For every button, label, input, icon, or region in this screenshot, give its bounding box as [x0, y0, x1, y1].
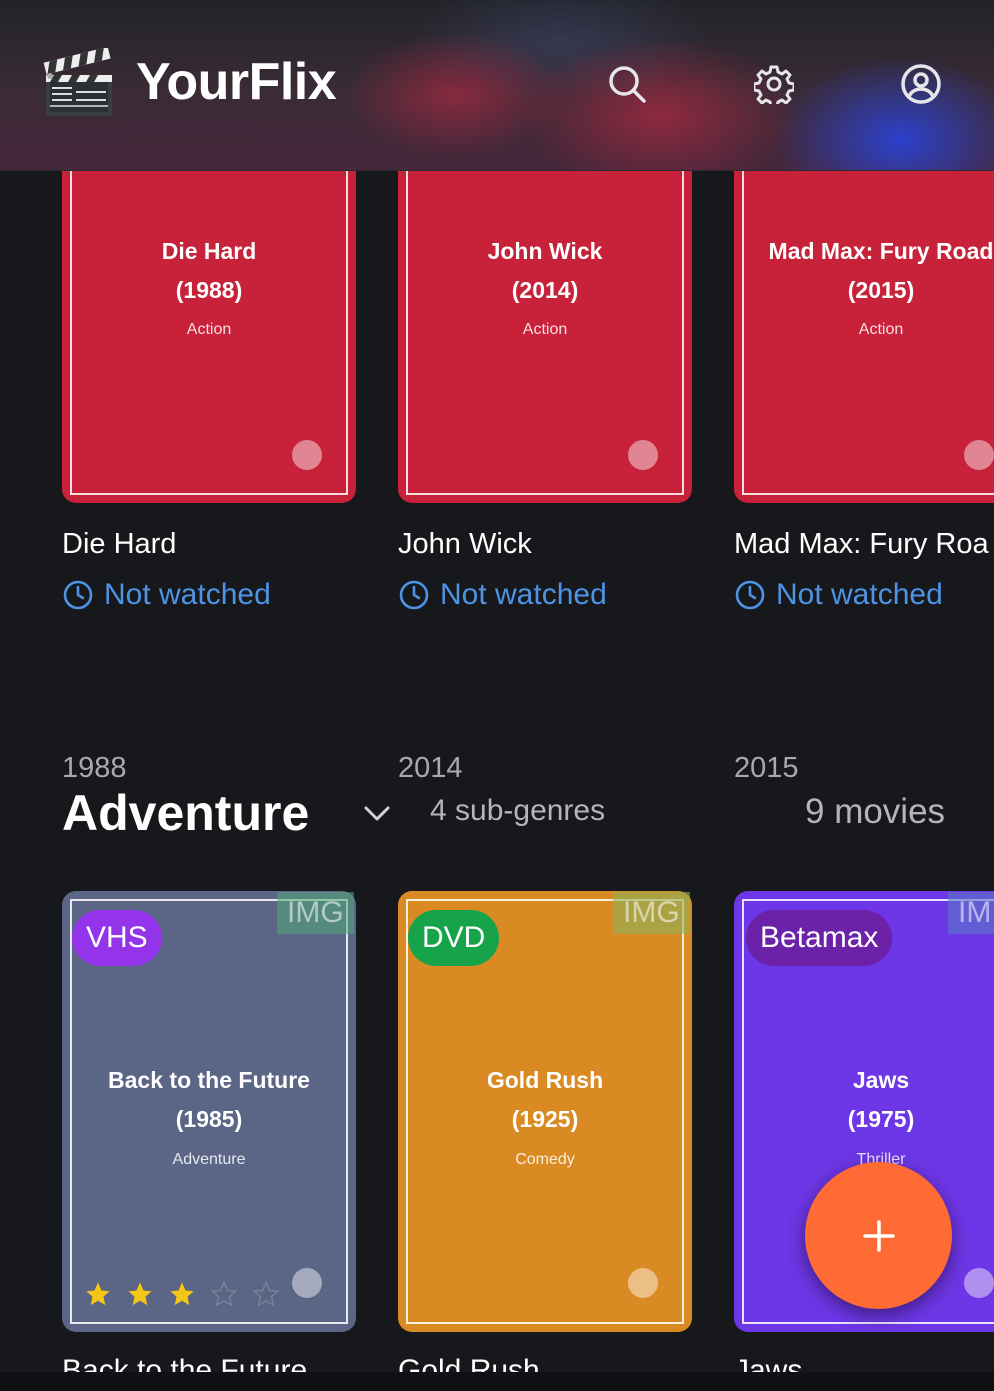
poster-year: (2015) [847, 277, 915, 303]
poster-title: Jaws [852, 1067, 910, 1093]
movie-title[interactable]: John Wick [398, 528, 532, 561]
poster-year: (1975) [847, 1106, 915, 1132]
movie-year: 1988 [62, 752, 127, 784]
poster-menu-dot[interactable] [628, 440, 658, 470]
watch-status-label: Not watched [440, 578, 607, 611]
poster-title: Mad Max: Fury Road [768, 238, 994, 264]
poster-year: (1985) [175, 1106, 243, 1132]
poster-title: Die Hard [161, 238, 257, 264]
watch-status[interactable]: Not watched [398, 578, 607, 612]
movie-title[interactable]: Die Hard [62, 528, 176, 561]
poster-frame [742, 128, 994, 495]
star-empty-icon[interactable] [210, 1280, 238, 1308]
poster-year: (1925) [511, 1106, 579, 1132]
search-icon [609, 66, 646, 103]
movie-poster[interactable]: John Wick (2014) Action [398, 120, 692, 503]
app-header: YourFlix [0, 0, 994, 171]
section-title: Adventure [62, 785, 310, 841]
poster-menu-dot[interactable] [292, 440, 322, 470]
poster-menu-dot[interactable] [964, 1268, 994, 1298]
settings-button[interactable] [752, 62, 796, 106]
poster-title: John Wick [487, 238, 603, 264]
poster-genre: Action [522, 321, 568, 338]
star-empty-icon[interactable] [252, 1280, 280, 1308]
poster-menu-dot[interactable] [292, 1268, 322, 1298]
watch-status-label: Not watched [776, 578, 943, 611]
poster-title: Gold Rush [486, 1067, 604, 1093]
movie-year: 2014 [398, 752, 463, 784]
profile-button[interactable] [899, 62, 943, 106]
chevron-down-icon[interactable] [360, 796, 394, 830]
watch-status[interactable]: Not watched [734, 578, 943, 612]
bottom-edge [0, 1372, 994, 1391]
add-movie-button[interactable] [805, 1162, 952, 1309]
watch-status-label: Not watched [104, 578, 271, 611]
star-filled-icon[interactable] [126, 1280, 154, 1308]
img-tag: IMG [613, 892, 690, 934]
format-badge: VHS [72, 910, 162, 966]
movie-title[interactable]: Mad Max: Fury Roa [734, 528, 989, 561]
star-filled-icon[interactable] [84, 1280, 112, 1308]
star-filled-icon[interactable] [168, 1280, 196, 1308]
poster-menu-dot[interactable] [964, 440, 994, 470]
poster-genre: Adventure [172, 1151, 246, 1168]
movie-poster[interactable]: Mad Max: Fury Road (2015) Action [734, 120, 994, 503]
user-circle-icon [901, 64, 941, 104]
clock-icon [735, 580, 765, 610]
clapperboard-icon [43, 48, 112, 116]
subgenre-count[interactable]: 4 sub-genres [430, 794, 605, 828]
poster-year: (1988) [175, 277, 243, 303]
img-tag: IMG [277, 892, 354, 934]
clock-icon [63, 580, 93, 610]
gear-icon [754, 65, 794, 104]
poster-menu-dot[interactable] [628, 1268, 658, 1298]
movie-count: 9 movies [805, 792, 946, 831]
star-rating[interactable] [84, 1280, 280, 1308]
format-badge: Betamax [746, 910, 893, 966]
poster-genre: Action [858, 321, 904, 338]
plus-icon [862, 1219, 895, 1252]
search-button[interactable] [605, 62, 649, 106]
img-tag: IM [948, 892, 994, 934]
format-badge: DVD [408, 910, 500, 966]
poster-genre: Action [186, 321, 232, 338]
poster-year: (2014) [511, 277, 579, 303]
poster-title: Back to the Future [108, 1067, 310, 1093]
poster-genre: Comedy [515, 1151, 575, 1168]
brand-name[interactable]: YourFlix [136, 52, 337, 112]
movie-poster[interactable]: Die Hard (1988) Action [62, 120, 356, 503]
clock-icon [399, 580, 429, 610]
app-page: YourFlix Die Hard (1988) Action Die Hard… [0, 0, 994, 1391]
movie-year: 2015 [734, 752, 799, 784]
watch-status[interactable]: Not watched [62, 578, 271, 612]
